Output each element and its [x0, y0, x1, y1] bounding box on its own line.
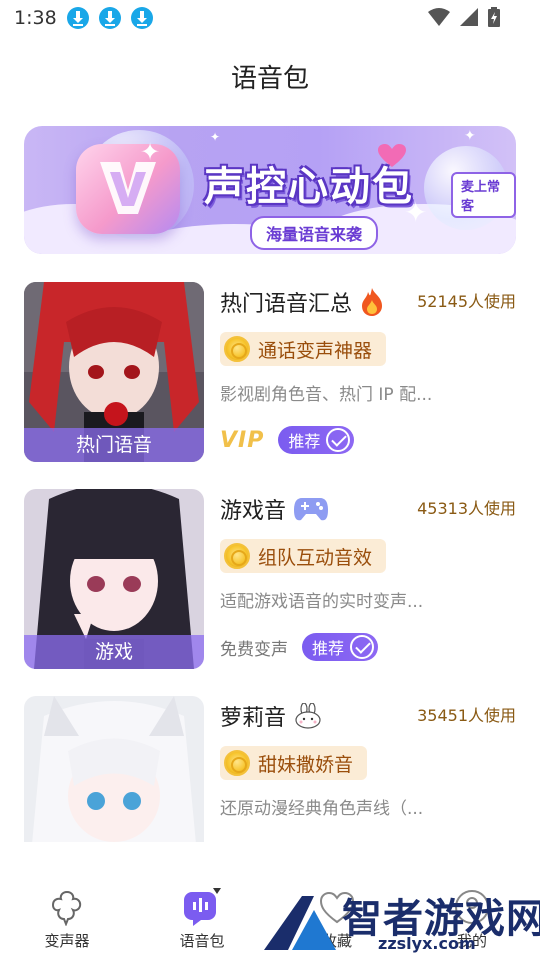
banner-tag: 麦上常客 — [451, 172, 516, 218]
voice-pack-thumbnail: 热门语音 — [24, 282, 204, 462]
voice-pack-meta: 免费变声 推荐 — [220, 633, 379, 661]
feature-pill: 组队互动音效 — [220, 539, 387, 573]
nav-voice-changer[interactable]: 变声器 — [22, 888, 112, 951]
voice-pack-title: 热门语音汇总 — [220, 286, 384, 318]
usage-count: 35451人使用 — [417, 706, 516, 725]
vip-badge: VIP — [220, 427, 265, 453]
voice-pack-title: 游戏音 — [220, 493, 329, 525]
recommend-label: 推荐 — [312, 639, 345, 658]
feature-text: 通话变声神器 — [258, 339, 373, 362]
voice-pack-icon — [183, 888, 221, 926]
voice-pack-thumbnail: 游戏 — [24, 489, 204, 669]
coin-icon — [224, 750, 250, 776]
status-time: 1:38 — [14, 7, 57, 29]
sparkle-icon: ✦ — [210, 130, 221, 144]
voice-pack-item[interactable]: 热门语音 热门语音汇总 52145人使用 通话变声神器 影视剧角色音、热门 IP… — [24, 282, 516, 462]
nav-label: 语音包 — [179, 932, 225, 950]
voice-pack-title-text: 萝莉音 — [220, 706, 287, 731]
voice-pack-title-text: 游戏音 — [220, 499, 287, 524]
voice-pack-meta: VIP 推荐 — [220, 426, 355, 454]
recommend-badge: 推荐 — [278, 426, 355, 454]
voice-pack-thumbnail — [24, 696, 204, 842]
download-icon — [130, 7, 153, 29]
promo-banner[interactable]: ✦ ✦ ✦ ✦ 声控心动包 麦上常客 海量语音来袭 — [24, 126, 516, 254]
voice-pack-description: 影视剧角色音、热门 IP 配... — [220, 385, 433, 405]
watermark-url: zzslyx.com — [378, 934, 476, 953]
battery-icon — [488, 7, 500, 27]
feature-pill: 甜妹撒娇音 — [220, 746, 368, 780]
cell-signal-icon — [460, 8, 478, 26]
coin-icon — [224, 543, 250, 569]
feature-text: 甜妹撒娇音 — [258, 753, 354, 776]
nav-voice-pack[interactable]: 语音包 — [157, 888, 247, 951]
v-logo-icon — [76, 144, 180, 234]
nav-label: 变声器 — [44, 932, 90, 950]
voice-pack-title-text: 热门语音汇总 — [220, 292, 353, 317]
voice-pack-description: 还原动漫经典角色声线（... — [220, 799, 424, 819]
voice-pack-item[interactable]: 萝莉音 35451人使用 甜妹撒娇音 还原动漫经典角色声线（... — [24, 696, 516, 842]
status-bar: 1:38 — [0, 0, 540, 36]
download-icon — [66, 7, 89, 29]
voice-pack-description: 适配游戏语音的实时变声... — [220, 592, 424, 612]
recommend-label: 推荐 — [288, 432, 321, 451]
banner-title: 声控心动包 — [204, 164, 414, 210]
voice-pack-title: 萝莉音 — [220, 700, 322, 732]
voice-pack-list[interactable]: 热门语音 热门语音汇总 52145人使用 通话变声神器 影视剧角色音、热门 IP… — [0, 282, 540, 842]
banner-subtitle: 海量语音来袭 — [250, 216, 379, 250]
fire-icon — [362, 288, 383, 316]
feature-pill: 通话变声神器 — [220, 332, 387, 366]
voice-pack-item[interactable]: 游戏 游戏音 45313人使用 组队互动音效 适配游戏语音的实时变声... 免费… — [24, 489, 516, 669]
free-label: 免费变声 — [220, 639, 288, 660]
check-icon — [350, 635, 375, 659]
usage-count: 52145人使用 — [417, 292, 516, 311]
voice-changer-icon — [48, 888, 86, 927]
bunny-icon — [295, 703, 321, 729]
feature-text: 组队互动音效 — [258, 546, 373, 569]
watermark-logo — [264, 896, 336, 950]
thumbnail-label: 热门语音 — [24, 428, 204, 462]
usage-count: 45313人使用 — [417, 499, 516, 518]
coin-icon — [224, 336, 250, 362]
page-title: 语音包 — [230, 64, 309, 94]
gamepad-icon — [294, 498, 329, 521]
wifi-icon — [428, 8, 450, 26]
sparkle-icon: ✦ — [464, 128, 476, 144]
recommend-badge: 推荐 — [302, 633, 379, 661]
thumbnail-label: 游戏 — [24, 635, 204, 669]
download-icon — [98, 7, 121, 29]
site-watermark: 智者游戏网 zzslyx.com — [262, 880, 540, 960]
sparkle-icon: ✦ — [140, 138, 161, 166]
check-icon — [326, 428, 351, 452]
